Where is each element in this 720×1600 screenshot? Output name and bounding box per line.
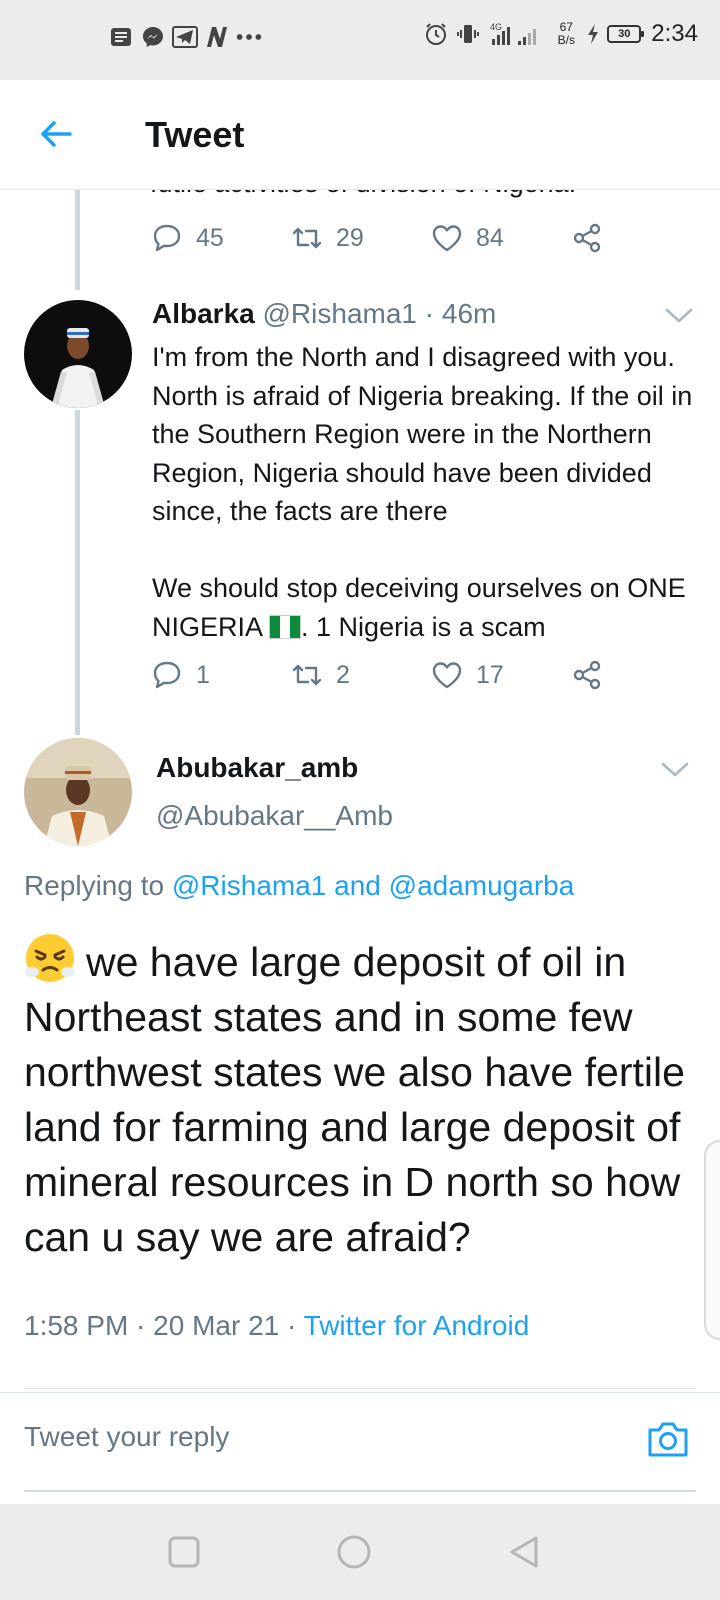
reply-tweet-body: I'm from the North and I disagreed with …	[152, 342, 693, 642]
messenger-icon	[140, 24, 166, 50]
status-bar: 4G 67 B/s 30 2:34	[0, 0, 720, 80]
reply-button[interactable]: 45	[150, 221, 290, 255]
notification-icons	[108, 24, 262, 50]
steam-face-emoji-icon	[25, 934, 75, 982]
retweet-icon	[292, 227, 322, 249]
reply-tweet-actions: 1 2 17	[150, 658, 710, 692]
tweet-time: 1:58 PM	[24, 1310, 129, 1341]
reply-icon	[153, 661, 181, 689]
back-arrow-icon[interactable]	[36, 114, 76, 154]
network-speed: 67 B/s	[557, 20, 575, 47]
thread-line	[75, 190, 80, 290]
camera-icon[interactable]	[646, 1417, 690, 1461]
mention-link[interactable]: @adamugarba	[389, 870, 575, 901]
author-handle[interactable]: @Abubakar__Amb	[156, 800, 393, 832]
thread-line	[75, 410, 80, 735]
tweet-meta: 1:58 PM · 20 Mar 21 · Twitter for Androi…	[24, 1310, 530, 1341]
back-triangle-icon[interactable]	[506, 1534, 542, 1570]
page-title: Tweet	[145, 114, 245, 155]
divider	[24, 1388, 696, 1389]
vibrate-icon	[455, 21, 481, 47]
reply-button[interactable]: 1	[150, 658, 290, 692]
share-icon	[573, 660, 601, 690]
tweet-date: 20 Mar 21	[153, 1310, 280, 1341]
charging-icon	[585, 21, 601, 47]
retweet-icon	[292, 664, 322, 686]
chevron-down-icon[interactable]	[660, 760, 690, 780]
alarm-icon	[423, 21, 449, 47]
main-tweet-body: we have large deposit of oil in Northeas…	[24, 932, 704, 1265]
reply-tweet-header: Albarka @Rishama1 · 46m	[152, 298, 496, 330]
reply-input[interactable]: Tweet your reply	[24, 1421, 229, 1453]
n-app-icon	[204, 24, 230, 50]
system-nav-bar	[0, 1504, 720, 1600]
app-header: Tweet	[0, 80, 720, 190]
reply-bar: Tweet your reply	[0, 1392, 720, 1492]
reply-icon	[153, 224, 181, 252]
source-app-link[interactable]: Twitter for Android	[304, 1310, 530, 1341]
like-button[interactable]: 84	[430, 221, 570, 255]
heart-icon	[432, 662, 462, 689]
avatar[interactable]	[24, 300, 132, 408]
system-icons: 4G 67 B/s 30 2:34	[423, 20, 698, 48]
previous-tweet-actions: 45 29 84	[150, 221, 710, 255]
share-button[interactable]	[570, 658, 710, 692]
signal-icon: 4G	[487, 21, 547, 47]
avatar[interactable]	[24, 738, 132, 846]
share-button[interactable]	[570, 221, 710, 255]
home-circle-icon[interactable]	[336, 1534, 372, 1570]
chevron-down-icon[interactable]	[664, 306, 694, 326]
recents-square-icon[interactable]	[166, 1534, 202, 1570]
tweet-time: · 46m	[424, 298, 497, 329]
scroll-handle[interactable]	[704, 1140, 720, 1340]
retweet-button[interactable]: 29	[290, 221, 430, 255]
clock: 2:34	[651, 20, 698, 47]
share-icon	[573, 223, 601, 253]
author-name[interactable]: Albarka	[152, 298, 255, 329]
heart-icon	[432, 225, 462, 252]
notes-icon	[108, 24, 134, 50]
svg-text:4G: 4G	[490, 22, 502, 32]
like-button[interactable]: 17	[430, 658, 570, 692]
mention-link[interactable]: @Rishama1	[172, 870, 326, 901]
divider	[24, 1490, 696, 1492]
retweet-button[interactable]: 2	[290, 658, 430, 692]
nigeria-flag-icon	[269, 614, 302, 639]
replying-to: Replying to @Rishama1 and @adamugarba	[24, 870, 575, 901]
telegram-icon	[172, 24, 198, 50]
author-name[interactable]: Abubakar_amb	[156, 752, 358, 784]
battery-icon: 30	[607, 25, 645, 43]
author-handle[interactable]: @Rishama1	[263, 298, 417, 329]
more-dots-icon	[236, 24, 262, 50]
